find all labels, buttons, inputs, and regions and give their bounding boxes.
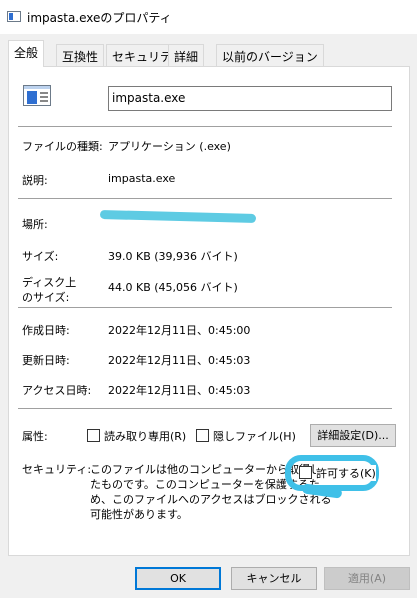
security-text-3: め、このファイルへのアクセスはブロックされる [90,493,332,506]
hidden-label[interactable]: 隠しファイル(H) [213,428,296,444]
tab-general[interactable]: 全般 [8,40,45,67]
window-title: impasta.exeのプロパティ [27,11,172,25]
description-label: 説明: [22,174,48,187]
divider [18,198,392,199]
readonly-label[interactable]: 読み取り専用(R) [104,428,186,444]
location-label: 場所: [22,218,48,231]
unblock-label[interactable]: 許可する(K) [316,465,376,481]
disk-size-value: 44.0 KB (45,056 バイト) [108,281,238,294]
app-icon [7,11,21,22]
tab-previous-versions[interactable]: 以前のバージョン [216,44,324,66]
security-text-4: 可能性があります。 [90,508,188,521]
advanced-button[interactable]: 詳細設定(D)... [310,424,396,447]
file-type-label: ファイルの種類: [22,140,103,153]
cancel-button[interactable]: キャンセル [231,567,317,590]
unblock-checkbox[interactable] [299,466,312,479]
created-value: 2022年12月11日、0:45:00 [108,324,251,337]
attributes-label: 属性: [22,430,48,443]
description-value: impasta.exe [108,172,176,185]
disk-size-label-2: のサイズ: [22,291,70,304]
ok-button[interactable]: OK [135,567,221,590]
file-name-field[interactable]: impasta.exe [108,86,392,111]
size-value: 39.0 KB (39,936 バイト) [108,250,238,263]
divider [18,408,392,409]
apply-button[interactable]: 適用(A) [324,567,410,590]
divider [18,307,392,308]
modified-label: 更新日時: [22,354,70,367]
file-type-value: アプリケーション (.exe) [108,140,231,153]
accessed-value: 2022年12月11日、0:45:03 [108,384,251,397]
tab-compatibility[interactable]: 互換性 [56,44,105,66]
tab-details[interactable]: 詳細 [168,44,205,66]
divider [18,126,392,127]
size-label: サイズ: [22,250,59,263]
hidden-checkbox[interactable] [196,429,209,442]
accessed-label: アクセス日時: [22,384,92,397]
exe-file-icon [23,85,51,106]
disk-size-label: ディスク上 [22,276,77,289]
security-label: セキュリティ: [22,463,92,476]
created-label: 作成日時: [22,324,70,337]
title-bar[interactable]: impasta.exeのプロパティ [0,0,417,34]
modified-value: 2022年12月11日、0:45:03 [108,354,251,367]
readonly-checkbox[interactable] [87,429,100,442]
